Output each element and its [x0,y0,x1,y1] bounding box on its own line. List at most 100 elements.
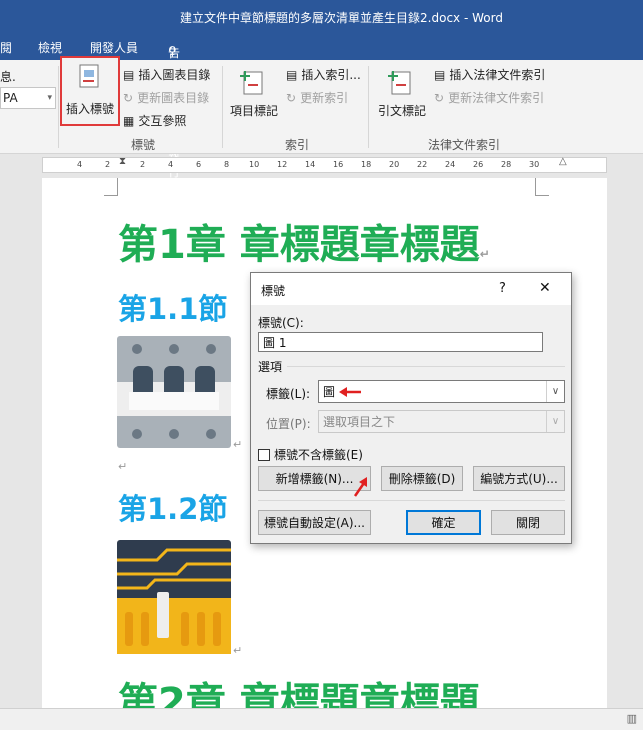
ruler-tick: 2 [105,160,111,169]
caption-input[interactable]: 圖 1 [258,332,543,352]
close-icon[interactable]: ✕ [539,280,551,296]
chapter-1-heading[interactable]: 第1章 章標題章標題↵ [118,212,490,270]
caption-input-value: 圖 1 [263,335,287,350]
menu-tab-view[interactable]: 檢視 [38,39,62,56]
window-title: 建立文件中章節標題的多層次清單並產生目錄2.docx - Word [180,10,503,25]
mark-citation-button[interactable]: 引文標記 [376,66,428,126]
ruler-tick: 10 [249,160,260,169]
update-index-label: 更新索引 [300,91,349,105]
cross-reference-button[interactable]: ▦ 交互參照 [123,112,186,129]
ruler-tick: 20 [389,160,400,169]
label-label: 標籤(L): [266,387,311,401]
ruler-tick: 18 [361,160,372,169]
ruler-tick: 2 [140,160,146,169]
ruler-tick: 14 [305,160,316,169]
caption-label: 標號(C): [258,316,304,330]
dialog-title: 標號 [261,284,286,298]
right-indent-marker-icon[interactable]: △ [559,156,567,167]
exclude-label-text: 標號不含標籤(E) [274,448,363,462]
insert-caption-label: 插入標號 [66,102,115,116]
ruler-tick: 22 [417,160,428,169]
caption-icon [79,64,99,88]
margin-corner-mark [104,178,118,196]
index-icon: ▤ [286,67,298,82]
ruler-tick: 6 [196,160,202,169]
exclude-label-option[interactable]: 標號不含標籤(E) [258,446,363,463]
insert-index-button[interactable]: ▤ 插入索引... [286,66,361,83]
options-divider [287,366,565,367]
chapter-2-heading[interactable]: 第2章 章標題章標題 [118,670,480,708]
ruler-tick: 30 [529,160,540,169]
insert-caption-button[interactable]: 插入標號 [60,56,120,126]
chevron-down-icon: ∨ [546,381,564,402]
ribbon-left-partial-label: 息. [0,70,16,84]
ruler-tick: 28 [501,160,512,169]
menu-tab-developer[interactable]: 開發人員 [90,39,138,56]
delete-label-button[interactable]: 刪除標籤(D) [381,466,463,491]
update-index-icon: ↻ [286,90,297,105]
red-arrow-icon [339,386,362,397]
ruler-tick: 16 [333,160,344,169]
insert-table-of-authorities-label: 插入法律文件索引 [449,68,546,82]
indent-marker-icon[interactable]: ⧗ [119,156,126,167]
ribbon-separator [58,66,59,148]
position-dropdown[interactable]: 選取項目之下 ∨ [318,410,565,433]
ruler-tick: 4 [77,160,83,169]
paragraph-mark: ↵ [479,247,490,261]
margin-corner-mark [535,178,549,196]
ruler-tick: 26 [473,160,484,169]
insert-table-of-figures-label: 插入圖表目錄 [138,68,211,82]
ribbon-separator [368,66,369,148]
circuit-board-image[interactable] [117,540,231,654]
position-label: 位置(P): [266,417,311,431]
chevron-down-icon: ∨ [546,411,564,432]
status-bar: ▥ [0,708,643,730]
caption-dialog: 標號 ? ✕ 標號(C): 圖 1 選項 標籤(L): 圖 ∨ 位置(P): 選… [250,272,572,544]
cross-reference-icon: ▦ [123,113,135,128]
mark-entry-button[interactable]: 項目標記 [228,66,280,126]
menu-tab-review[interactable]: 閱 [0,39,12,56]
mark-citation-label: 引文標記 [378,104,427,118]
ok-button[interactable]: 確定 [406,510,481,535]
position-dropdown-value: 選取項目之下 [323,415,396,429]
chapter-1-text: 第1章 章標題章標題 [118,222,480,268]
update-table-of-figures-label: 更新圖表目錄 [137,91,210,105]
help-button[interactable]: ? [499,281,506,296]
cross-reference-label: 交互參照 [138,114,187,128]
update-table-of-figures-button[interactable]: ↻ 更新圖表目錄 [123,89,209,106]
exclude-label-checkbox[interactable] [258,448,270,461]
update-index-button[interactable]: ↻ 更新索引 [286,89,348,106]
button-divider [258,500,565,501]
style-dropdown-value: PA [3,91,18,105]
table-of-figures-icon: ▤ [123,67,135,82]
update-table-of-authorities-label: 更新法律文件索引 [448,91,545,105]
title-bar: 建立文件中章節標題的多層次清單並產生目錄2.docx - Word [0,0,643,34]
label-dropdown[interactable]: 圖 ∨ [318,380,565,403]
table-of-authorities-icon: ▤ [434,67,446,82]
style-dropdown[interactable]: PA ▾ [0,87,56,109]
horizontal-ruler[interactable]: 4 2 2 4 6 8 10 12 14 16 18 20 22 24 26 2… [42,156,607,173]
update-table-of-authorities-button[interactable]: ↻ 更新法律文件索引 [434,89,544,106]
circuit-breaker-image[interactable] [117,336,231,448]
close-button[interactable]: 關閉 [491,510,565,535]
chevron-down-icon: ▾ [47,93,52,103]
group-index-label: 索引 [285,138,310,152]
mark-entry-label: 項目標記 [230,104,279,118]
group-authorities-label: 法律文件索引 [428,138,501,152]
ribbon: 息. PA ▾ 插入標號 ▤ 插入圖表目錄 ↻ 更新圖表目錄 ▦ 交互參照 標號 [0,56,643,154]
mark-entry-icon [240,71,263,95]
section-1-2-heading[interactable]: 第1.2節 [118,486,227,528]
update-table-icon: ↻ [123,90,134,105]
mark-citation-icon [388,71,411,95]
section-1-1-heading[interactable]: 第1.1節 [118,286,227,328]
ruler-tick: 12 [277,160,288,169]
autocaption-button[interactable]: 標號自動設定(A)... [258,510,371,535]
paragraph-mark: ↵ [233,438,243,451]
dialog-title-bar: 標號 ? ✕ [251,273,571,305]
numbering-button[interactable]: 編號方式(U)... [473,466,565,491]
red-pointer-arrow-icon [353,477,367,497]
insert-table-of-authorities-button[interactable]: ▤ 插入法律文件索引 [434,66,545,83]
insert-table-of-figures-button[interactable]: ▤ 插入圖表目錄 [123,66,210,83]
layout-view-icon[interactable]: ▥ [627,712,637,725]
paragraph-mark: ↵ [233,644,243,657]
